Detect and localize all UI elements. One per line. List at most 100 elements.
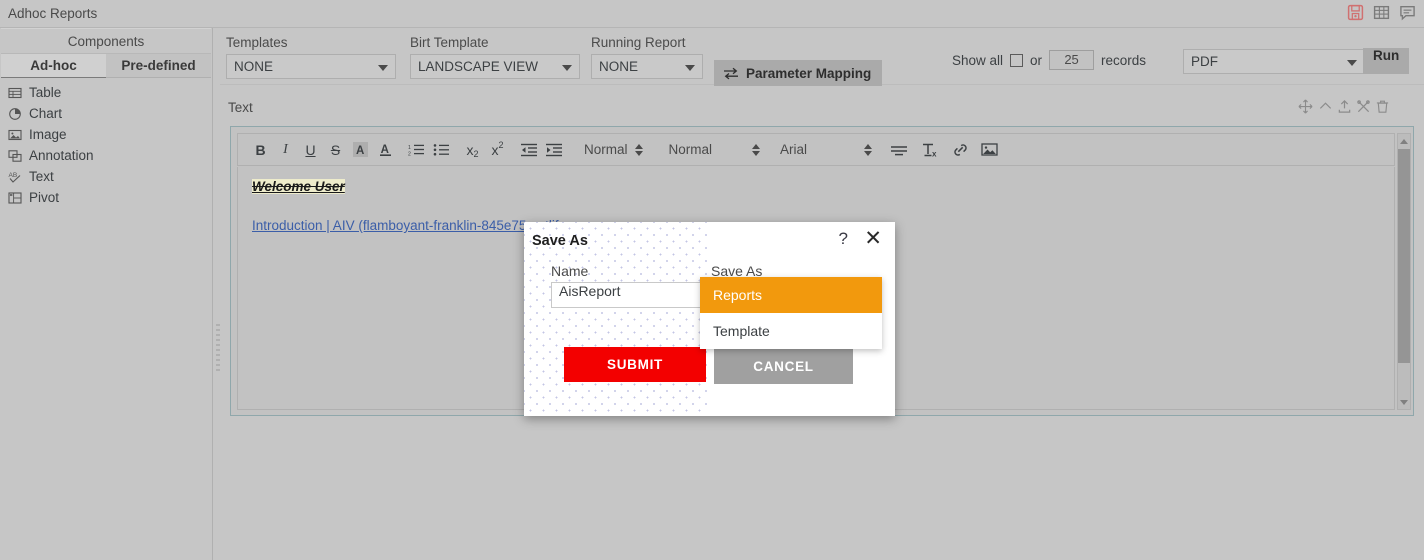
- svg-text:A: A: [356, 145, 364, 157]
- parameter-mapping-button[interactable]: Parameter Mapping: [714, 60, 883, 86]
- component-item-image[interactable]: Image: [8, 124, 212, 145]
- output-format-select[interactable]: PDF: [1183, 49, 1365, 74]
- sidebar-tab-predefined[interactable]: Pre-defined: [106, 54, 211, 78]
- text-panel-title: Text: [228, 100, 253, 115]
- running-report-field: Running Report NONE: [591, 35, 703, 79]
- indent-icon[interactable]: [541, 138, 566, 162]
- component-label: Annotation: [29, 148, 94, 163]
- strikethrough-icon[interactable]: S: [323, 138, 348, 162]
- image-icon: [8, 129, 22, 140]
- svg-text:A: A: [381, 144, 389, 156]
- ordered-list-icon[interactable]: 1 2: [404, 138, 429, 162]
- superscript-icon[interactable]: x2: [485, 138, 510, 162]
- pie-chart-icon: [9, 107, 21, 120]
- titlebar: Adhoc Reports: [0, 0, 1424, 28]
- component-item-table[interactable]: Table: [8, 82, 212, 103]
- italic-icon[interactable]: I: [273, 138, 298, 162]
- delete-icon[interactable]: [1375, 99, 1390, 114]
- link-icon[interactable]: [948, 138, 973, 162]
- scrollbar-thumb[interactable]: [1398, 149, 1410, 363]
- chevron-down-icon: [378, 65, 388, 71]
- dialog-title: Save As: [532, 233, 588, 249]
- birt-template-value: LANDSCAPE VIEW: [418, 59, 539, 74]
- editor-vertical-scrollbar[interactable]: [1397, 133, 1411, 410]
- dropdown-option-template[interactable]: Template: [700, 313, 882, 349]
- settings-icon[interactable]: [1356, 99, 1371, 114]
- stepper-icon: [752, 143, 761, 156]
- output-format-value: PDF: [1191, 54, 1218, 69]
- report-toolbar: Templates NONE Birt Template LANDSCAPE V…: [220, 28, 1424, 86]
- running-report-select[interactable]: NONE: [591, 54, 703, 79]
- font-family-select-value: Arial: [780, 142, 808, 157]
- scroll-up-icon[interactable]: [1398, 134, 1410, 148]
- or-label: or: [1030, 52, 1043, 68]
- svg-text:1: 1: [408, 145, 411, 151]
- templates-label: Templates: [226, 35, 288, 50]
- submit-label: SUBMIT: [607, 357, 663, 372]
- unordered-list-icon[interactable]: [429, 138, 454, 162]
- records-label: records: [1101, 52, 1147, 68]
- cancel-label: CANCEL: [753, 359, 814, 374]
- export-icon[interactable]: [1337, 99, 1352, 114]
- swap-arrows-icon: [724, 67, 738, 79]
- chevron-down-icon: [562, 65, 572, 71]
- stepper-icon: [864, 143, 873, 156]
- line-height-select[interactable]: Normal: [669, 142, 765, 157]
- show-all-group: Show all or 25 records: [952, 50, 1146, 70]
- annotation-icon: [8, 149, 22, 162]
- component-list: Table Chart Image Annotation AB Text Piv…: [0, 78, 212, 208]
- templates-select[interactable]: NONE: [226, 54, 396, 79]
- chevron-up-icon[interactable]: [1318, 99, 1333, 114]
- save-icon[interactable]: [1347, 4, 1364, 21]
- align-icon[interactable]: [886, 138, 911, 162]
- page-title: Adhoc Reports: [8, 6, 98, 21]
- comment-icon[interactable]: [1399, 4, 1416, 21]
- font-color-icon[interactable]: A: [373, 138, 398, 162]
- submit-button[interactable]: SUBMIT: [564, 347, 706, 382]
- subscript-icon[interactable]: x2: [460, 138, 485, 162]
- help-icon[interactable]: ?: [839, 230, 848, 247]
- svg-text:AB: AB: [9, 172, 18, 179]
- stepper-icon: [634, 143, 643, 156]
- chevron-down-icon: [1347, 60, 1357, 66]
- records-input[interactable]: 25: [1049, 50, 1095, 70]
- heading-select[interactable]: Normal: [584, 142, 647, 157]
- close-icon[interactable]: ✕: [864, 228, 882, 249]
- component-label: Text: [29, 169, 54, 184]
- bold-icon[interactable]: B: [248, 138, 273, 162]
- document-heading: Welcome User: [252, 179, 345, 194]
- parameter-mapping-label: Parameter Mapping: [746, 65, 872, 81]
- pivot-icon: [8, 191, 22, 204]
- cancel-button[interactable]: CANCEL: [714, 349, 853, 384]
- birt-template-select[interactable]: LANDSCAPE VIEW: [410, 54, 580, 79]
- insert-image-icon[interactable]: [977, 138, 1002, 162]
- name-field-label: Name: [551, 263, 589, 279]
- highlight-color-icon[interactable]: A: [348, 138, 373, 162]
- component-item-annotation[interactable]: Annotation: [8, 145, 212, 166]
- saveas-dropdown-list: Reports Template: [700, 277, 882, 349]
- component-item-pivot[interactable]: Pivot: [8, 187, 212, 208]
- sidebar-tab-adhoc[interactable]: Ad-hoc: [1, 54, 106, 78]
- run-button[interactable]: Run: [1363, 48, 1410, 74]
- underline-icon[interactable]: U: [298, 138, 323, 162]
- component-item-chart[interactable]: Chart: [8, 103, 212, 124]
- templates-value: NONE: [234, 59, 274, 74]
- outdent-icon[interactable]: [516, 138, 541, 162]
- sidebar-tabs: Ad-hoc Pre-defined: [1, 54, 211, 78]
- chevron-down-icon: [685, 65, 695, 71]
- scroll-down-icon[interactable]: [1398, 395, 1410, 409]
- dropdown-option-reports[interactable]: Reports: [700, 277, 882, 313]
- show-all-checkbox[interactable]: [1010, 53, 1024, 67]
- component-label: Image: [29, 127, 67, 142]
- svg-text:x: x: [932, 149, 937, 158]
- font-family-select[interactable]: Arial: [780, 142, 876, 157]
- component-item-text[interactable]: AB Text: [8, 166, 212, 187]
- table-icon[interactable]: [1373, 4, 1390, 21]
- show-all-label: Show all: [952, 52, 1004, 68]
- clear-format-icon[interactable]: x: [917, 138, 942, 162]
- table-icon: [8, 87, 22, 98]
- move-icon[interactable]: [1298, 99, 1313, 114]
- birt-template-label: Birt Template: [410, 35, 489, 50]
- run-label: Run: [1373, 48, 1400, 63]
- running-report-label: Running Report: [591, 35, 686, 50]
